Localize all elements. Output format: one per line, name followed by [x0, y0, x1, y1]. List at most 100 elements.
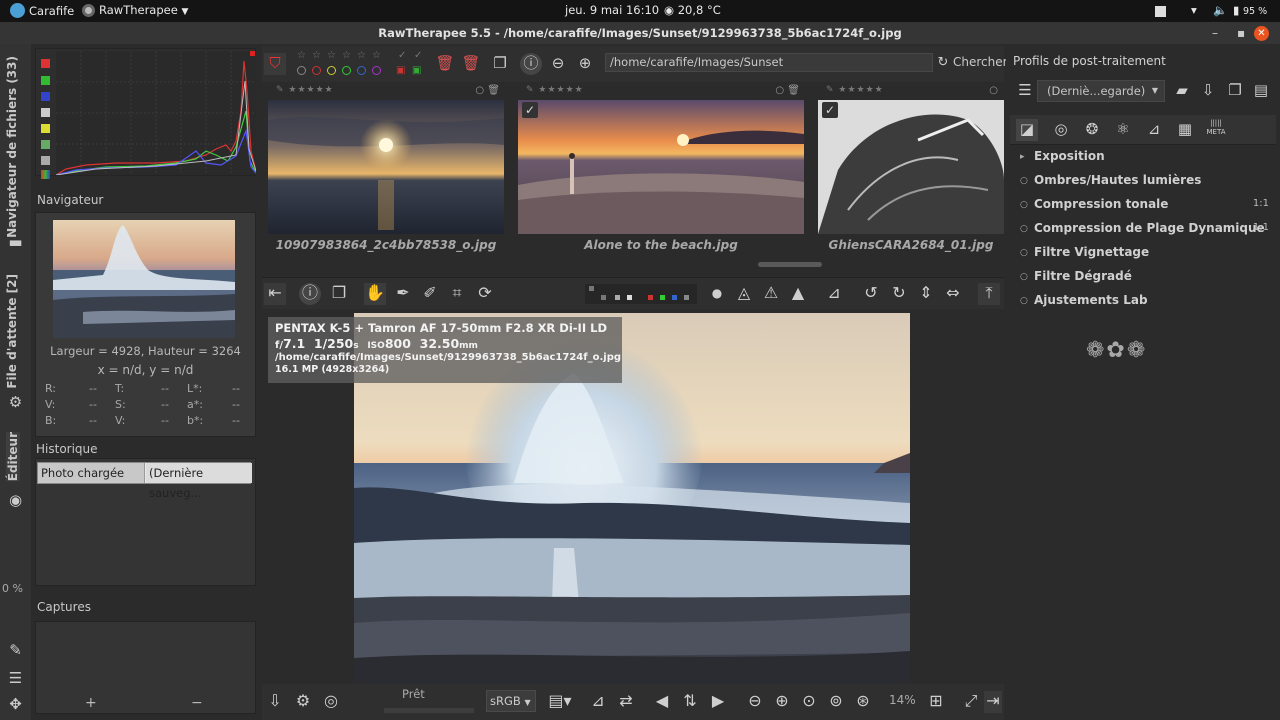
tool-7[interactable]: ○ Ajustements Lab: [1010, 290, 1276, 312]
channel-toggle[interactable]: [615, 295, 620, 300]
histogram-luminance-toggle[interactable]: [41, 108, 50, 117]
history-row[interactable]: Photo chargée (Dernière sauveg...: [37, 462, 252, 500]
profile-select[interactable]: (Derniè...egarde) ▼: [1037, 80, 1165, 102]
rotate-left-icon[interactable]: ↺: [860, 283, 882, 305]
gear-icon[interactable]: ⚙: [7, 394, 24, 411]
saved-filter-icon[interactable]: ✓: [414, 50, 422, 61]
histogram-mode-toggle[interactable]: [41, 170, 50, 179]
original-icon[interactable]: ❐: [489, 53, 511, 75]
thumbnail-trash-icon[interactable]: ○ 🗑: [775, 85, 800, 96]
channel-toggle[interactable]: [601, 295, 606, 300]
thumbnail-selected[interactable]: ✎ ★★★★★ ○ 🗑 ✓ Alone to the beach.jpg: [518, 82, 804, 264]
tool-toggle-icon[interactable]: ○: [1020, 200, 1028, 210]
profile-list-icon[interactable]: ☰: [1014, 80, 1036, 102]
tool-5[interactable]: ○ Filtre Vignettage: [1010, 242, 1276, 264]
tool-6[interactable]: ○ Filtre Dégradé: [1010, 266, 1276, 288]
wifi-icon[interactable]: ▾: [1191, 3, 1197, 17]
fullscreen-icon[interactable]: ⤢: [960, 691, 982, 713]
trash-filter-icon[interactable]: 🗑: [460, 53, 482, 75]
advanced-tab-icon[interactable]: ⚛: [1112, 119, 1134, 141]
trash-icon[interactable]: 🗑: [434, 53, 456, 75]
tool-2[interactable]: ○ Ombres/Hautes lumières: [1010, 170, 1276, 192]
pencil-icon[interactable]: ✎: [7, 642, 24, 659]
metadata-tab-icon[interactable]: ||||| META: [1205, 119, 1227, 141]
thumbnail[interactable]: ✎ ★★★★★ ○ 🗑 10907983864_2c4bb78538_o.jpg: [268, 82, 504, 264]
close-button[interactable]: ✕: [1254, 26, 1269, 41]
histogram-green-toggle[interactable]: [41, 76, 50, 85]
detail-tab-icon[interactable]: ◎: [1050, 119, 1072, 141]
thumbnail-trash-icon[interactable]: ○ 🗑: [475, 85, 500, 96]
color-label-purple-icon[interactable]: [372, 66, 381, 75]
shadow-warning-icon[interactable]: ▲: [787, 283, 809, 305]
app-menu[interactable]: Carafife: [10, 3, 74, 18]
color-picker-icon[interactable]: ✐: [419, 283, 441, 305]
save-profile-icon[interactable]: ⇩: [1197, 80, 1219, 102]
thumbnail-status-icon[interactable]: ○: [989, 85, 998, 96]
channel-toggle[interactable]: [627, 295, 632, 300]
color-label-yellow-icon[interactable]: [327, 66, 336, 75]
histogram-raw-toggle[interactable]: [41, 140, 50, 149]
green-channel-toggle[interactable]: [660, 295, 665, 300]
color-label-blue-icon[interactable]: [357, 66, 366, 75]
thumbnail-rank-stars[interactable]: ✎ ★★★★★: [276, 85, 334, 95]
flip-vertical-icon[interactable]: ⇕: [915, 283, 937, 305]
tool-4[interactable]: ○ Compression de Plage Dynamique 1:1: [1010, 218, 1276, 240]
histogram-bar-toggle[interactable]: [41, 156, 50, 165]
volume-icon[interactable]: 🔈: [1213, 3, 1227, 17]
color-label-none-icon[interactable]: [297, 66, 306, 75]
sync-icon[interactable]: ⇄: [615, 691, 637, 713]
refresh-icon[interactable]: ↻: [932, 53, 954, 75]
collapse-right-icon[interactable]: ⇥: [984, 691, 1002, 713]
save-image-icon[interactable]: ⇩: [264, 691, 286, 713]
tool-toggle-icon[interactable]: ○: [1020, 248, 1028, 258]
collapse-top-icon[interactable]: ⤒: [978, 283, 1000, 305]
add-snapshot-button[interactable]: +: [85, 695, 97, 711]
highlight-warning-icon[interactable]: ⚠: [760, 283, 782, 305]
tool-toggle-icon[interactable]: ○: [1020, 224, 1028, 234]
sync-browser-icon[interactable]: ⇅: [679, 691, 701, 713]
selected-check-icon[interactable]: ✓: [822, 102, 838, 118]
thumbnail-scrollbar[interactable]: [758, 262, 822, 267]
folder-icon[interactable]: ▬: [7, 234, 24, 251]
tab-file-browser[interactable]: Navigateur de fichiers (33): [5, 56, 19, 238]
not-saved-filter-icon[interactable]: ▣: [412, 65, 421, 76]
zoom-in-icon[interactable]: ⊕: [771, 691, 793, 713]
external-editor-icon[interactable]: ◎: [320, 691, 342, 713]
zoom-fit-icon[interactable]: ⊙: [798, 691, 820, 713]
rank-star-icon[interactable]: ☆: [327, 50, 336, 61]
gamut-icon[interactable]: ⊿: [823, 283, 845, 305]
channel-toggle[interactable]: [589, 286, 594, 291]
color-label-red-icon[interactable]: [312, 66, 321, 75]
sliders-icon[interactable]: ☰: [7, 670, 24, 687]
shadow-clip-icon[interactable]: ◬: [733, 283, 755, 305]
minimize-button[interactable]: –: [1212, 22, 1218, 44]
color-label-green-icon[interactable]: [342, 66, 351, 75]
zoom-100-icon[interactable]: ⊛: [852, 691, 874, 713]
queue-gear-icon[interactable]: ⚙: [292, 691, 314, 713]
navigate-prev-edited-icon[interactable]: ⊿: [587, 691, 609, 713]
move-icon[interactable]: ✥: [7, 696, 24, 713]
tool-toggle-icon[interactable]: ○: [1020, 272, 1028, 282]
maximize-button[interactable]: ▪: [1237, 22, 1245, 44]
histogram-chroma-toggle[interactable]: [41, 124, 50, 133]
rank-star-icon[interactable]: ☆: [297, 50, 306, 61]
transform-tab-icon[interactable]: ⊿: [1143, 119, 1165, 141]
paste-profile-icon[interactable]: ▤: [1250, 80, 1272, 102]
rank-star-icon[interactable]: ☆: [342, 50, 351, 61]
zoom-out-icon[interactable]: ⊖: [547, 53, 569, 75]
navigator-thumbnail[interactable]: [53, 220, 235, 338]
flip-horizontal-icon[interactable]: ⇔: [942, 283, 964, 305]
crop-icon[interactable]: ⌗: [446, 283, 468, 305]
thumbnail-rank-stars[interactable]: ✎ ★★★★★: [826, 85, 884, 95]
thumbnail[interactable]: ✎ ★★★★★ ○ ✓ GhiensCARA2684_01.jpg: [818, 82, 1004, 264]
square-indicator-icon[interactable]: [1155, 6, 1166, 17]
tool-3[interactable]: ○ Compression tonale 1:1: [1010, 194, 1276, 216]
tab-editor[interactable]: Éditeur: [6, 432, 20, 482]
not-edited-filter-icon[interactable]: ▣: [396, 65, 405, 76]
selected-check-icon[interactable]: ✓: [522, 102, 538, 118]
thumbnail-rank-stars[interactable]: ✎ ★★★★★: [526, 85, 584, 95]
next-image-icon[interactable]: ▶: [707, 691, 729, 713]
preview-channel-selector[interactable]: [585, 284, 697, 304]
window-menu[interactable]: RawTherapee ▼: [82, 3, 188, 17]
tool-toggle-icon[interactable]: ○: [1020, 296, 1028, 306]
